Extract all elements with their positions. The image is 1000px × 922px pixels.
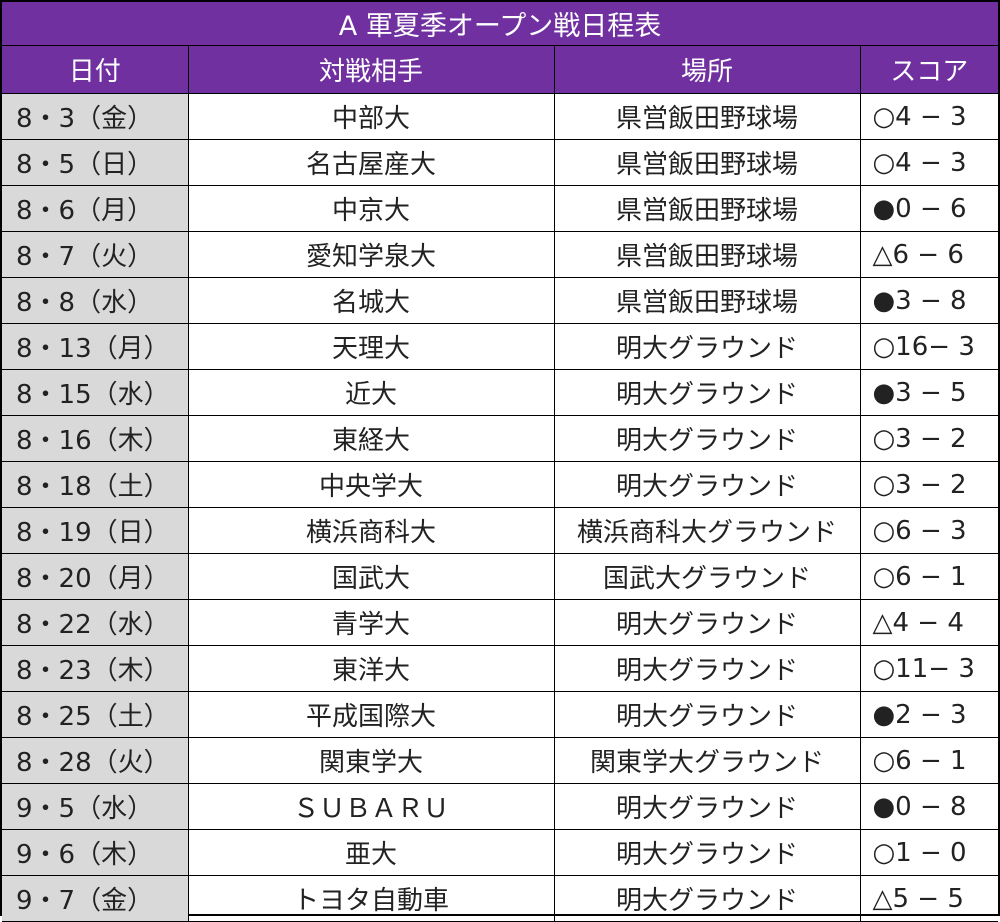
table-row: 8・22（水） 青学大 明大グラウンド △4 − 4	[2, 599, 998, 646]
venue-cell: 県営飯田野球場	[553, 231, 861, 278]
venue-cell: 明大グラウンド	[553, 875, 861, 922]
opponent-cell: 中部大	[187, 93, 555, 140]
header-opponent: 対戦相手	[187, 46, 555, 94]
venue-cell: 県営飯田野球場	[553, 277, 861, 324]
venue-cell: 県営飯田野球場	[553, 93, 861, 140]
header-date: 日付	[2, 46, 189, 94]
venue-cell: 明大グラウンド	[553, 645, 861, 692]
opponent-cell: 天理大	[187, 323, 555, 370]
score-cell: ○4 − 3	[859, 93, 998, 140]
score-cell: ●3 − 8	[859, 277, 998, 324]
table-row: 8・5（日） 名古屋産大 県営飯田野球場 ○4 − 3	[2, 139, 998, 186]
score-cell: ○4 − 3	[859, 139, 998, 186]
opponent-cell: 中央学大	[187, 461, 555, 508]
date-cell: 8・20（月）	[2, 553, 189, 600]
venue-cell: 横浜商科大グラウンド	[553, 507, 861, 554]
score-cell: ●0 − 6	[859, 185, 998, 232]
date-cell: 8・22（水）	[2, 599, 189, 646]
venue-cell: 関東学大グラウンド	[553, 737, 861, 784]
table-row: 8・7（火） 愛知学泉大 県営飯田野球場 △6 − 6	[2, 231, 998, 278]
score-cell: ○16− 3	[859, 323, 998, 370]
schedule-table: 日付 対戦相手 場所 スコア 8・3（金） 中部大 県営飯田野球場 ○4 − 3 8・5…	[2, 46, 998, 922]
date-cell: 8・23（木）	[2, 645, 189, 692]
venue-cell: 明大グラウンド	[553, 415, 861, 462]
table-row: 8・25（土） 平成国際大 明大グラウンド ●2 − 3	[2, 691, 998, 738]
table-row: 8・15（水） 近大 明大グラウンド ●3 − 5	[2, 369, 998, 416]
header-venue: 場所	[553, 46, 861, 94]
date-cell: 9・6（木）	[2, 829, 189, 876]
date-cell: 9・5（水）	[2, 783, 189, 830]
score-cell: ○6 − 3	[859, 507, 998, 554]
table-row: 8・6（月） 中京大 県営飯田野球場 ●0 − 6	[2, 185, 998, 232]
opponent-cell: トヨタ自動車	[187, 875, 555, 922]
table-row: 8・16（木） 東経大 明大グラウンド ○3 − 2	[2, 415, 998, 462]
opponent-cell: 平成国際大	[187, 691, 555, 738]
table-row: 8・18（土） 中央学大 明大グラウンド ○3 − 2	[2, 461, 998, 508]
table-row: 8・13（月） 天理大 明大グラウンド ○16− 3	[2, 323, 998, 370]
date-cell: 8・6（月）	[2, 185, 189, 232]
date-cell: 8・7（火）	[2, 231, 189, 278]
venue-cell: 明大グラウンド	[553, 599, 861, 646]
opponent-cell: 愛知学泉大	[187, 231, 555, 278]
venue-cell: 明大グラウンド	[553, 369, 861, 416]
table-row: 8・8（水） 名城大 県営飯田野球場 ●3 − 8	[2, 277, 998, 324]
table-row: 8・3（金） 中部大 県営飯田野球場 ○4 − 3	[2, 93, 998, 140]
opponent-cell: 名古屋産大	[187, 139, 555, 186]
sheet-title: A 軍夏季オープン戦日程表	[2, 2, 998, 46]
header-score: スコア	[859, 46, 998, 94]
date-cell: 8・18（土）	[2, 461, 189, 508]
schedule-sheet: A 軍夏季オープン戦日程表 日付 対戦相手 場所 スコア 8・3（金） 中部大 県営…	[0, 0, 1000, 922]
score-cell: △4 − 4	[859, 599, 998, 646]
venue-cell: 明大グラウンド	[553, 829, 861, 876]
table-row: 9・7（金） トヨタ自動車 明大グラウンド △5 − 5	[2, 875, 998, 922]
venue-cell: 明大グラウンド	[553, 783, 861, 830]
score-cell: ○3 − 2	[859, 415, 998, 462]
score-cell: ●2 − 3	[859, 691, 998, 738]
score-cell: △6 − 6	[859, 231, 998, 278]
opponent-cell: 近大	[187, 369, 555, 416]
date-cell: 8・28（火）	[2, 737, 189, 784]
venue-cell: 国武大グラウンド	[553, 553, 861, 600]
venue-cell: 明大グラウンド	[553, 461, 861, 508]
score-cell: ○1 − 0	[859, 829, 998, 876]
opponent-cell: 名城大	[187, 277, 555, 324]
score-cell: △5 − 5	[859, 875, 998, 922]
venue-cell: 明大グラウンド	[553, 323, 861, 370]
venue-cell: 県営飯田野球場	[553, 185, 861, 232]
date-cell: 8・13（月）	[2, 323, 189, 370]
opponent-cell: 関東学大	[187, 737, 555, 784]
venue-cell: 県営飯田野球場	[553, 139, 861, 186]
date-cell: 8・5（日）	[2, 139, 189, 186]
score-cell: ○6 − 1	[859, 553, 998, 600]
table-body: 8・3（金） 中部大 県営飯田野球場 ○4 − 3 8・5（日） 名古屋産大 県営飯田野球場…	[2, 93, 998, 922]
date-cell: 8・16（木）	[2, 415, 189, 462]
opponent-cell: ＳＵＢＡＲＵ	[187, 783, 555, 830]
score-cell: ○6 − 1	[859, 737, 998, 784]
opponent-cell: 横浜商科大	[187, 507, 555, 554]
date-cell: 8・8（水）	[2, 277, 189, 324]
date-cell: 9・7（金）	[2, 875, 189, 922]
date-cell: 8・25（土）	[2, 691, 189, 738]
score-cell: ●3 − 5	[859, 369, 998, 416]
table-row: 8・20（月） 国武大 国武大グラウンド ○6 − 1	[2, 553, 998, 600]
date-cell: 8・15（水）	[2, 369, 189, 416]
table-row: 9・6（木） 亜大 明大グラウンド ○1 − 0	[2, 829, 998, 876]
opponent-cell: 東経大	[187, 415, 555, 462]
opponent-cell: 東洋大	[187, 645, 555, 692]
score-cell: ●0 − 8	[859, 783, 998, 830]
opponent-cell: 中京大	[187, 185, 555, 232]
table-row: 8・28（火） 関東学大 関東学大グラウンド ○6 − 1	[2, 737, 998, 784]
table-row: 8・19（日） 横浜商科大 横浜商科大グラウンド ○6 − 3	[2, 507, 998, 554]
table-row: 9・5（水） ＳＵＢＡＲＵ 明大グラウンド ●0 − 8	[2, 783, 998, 830]
score-cell: ○3 − 2	[859, 461, 998, 508]
date-cell: 8・19（日）	[2, 507, 189, 554]
score-cell: ○11− 3	[859, 645, 998, 692]
date-cell: 8・3（金）	[2, 93, 189, 140]
opponent-cell: 国武大	[187, 553, 555, 600]
venue-cell: 明大グラウンド	[553, 691, 861, 738]
table-row: 8・23（木） 東洋大 明大グラウンド ○11− 3	[2, 645, 998, 692]
opponent-cell: 青学大	[187, 599, 555, 646]
opponent-cell: 亜大	[187, 829, 555, 876]
header-row: 日付 対戦相手 場所 スコア	[2, 46, 998, 94]
